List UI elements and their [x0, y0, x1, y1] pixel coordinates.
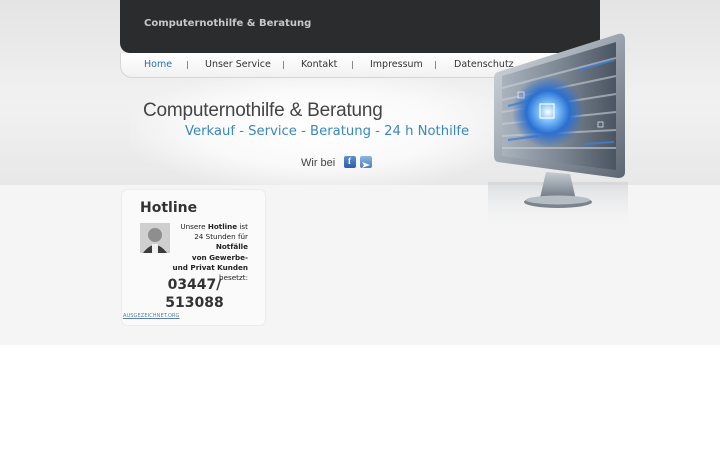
facebook-letter: f	[348, 156, 351, 166]
ausgezeichnet-link[interactable]: AUSGEZEICHNET.ORG	[123, 313, 180, 319]
nav-separator: |	[434, 60, 437, 69]
hero-title: Computernothilfe & Beratung	[143, 100, 383, 121]
facebook-icon[interactable]: f	[344, 156, 356, 168]
site-name: Computernothilfe & Beratung	[144, 18, 312, 29]
hotline-phone: 03447/ 513088	[165, 277, 224, 311]
hero-subtitle: Verkauf - Service - Beratung - 24 h Noth…	[185, 124, 470, 139]
nav-kontakt[interactable]: Kontakt	[301, 59, 337, 70]
nav-impressum[interactable]: Impressum	[370, 59, 423, 70]
share-arrow-icon	[362, 162, 370, 168]
monitor-graphic	[488, 33, 628, 237]
page: Computernothilfe & Beratung Home | Unser…	[0, 0, 720, 450]
nav-separator: |	[351, 60, 354, 69]
nav-unser-service[interactable]: Unser Service	[205, 59, 271, 70]
nav-separator: |	[186, 60, 189, 69]
social-label: Wir bei	[301, 157, 336, 169]
share-icon[interactable]	[360, 156, 372, 168]
hotline-title: Hotline	[140, 200, 198, 216]
nav-home[interactable]: Home	[144, 59, 172, 70]
hotline-box: Hotline Unsere Hotline ist 24 Stunden fü…	[121, 189, 266, 326]
hotline-text: Unsere Hotline ist 24 Stunden für Notfäl…	[172, 222, 248, 283]
nav-separator: |	[282, 60, 285, 69]
